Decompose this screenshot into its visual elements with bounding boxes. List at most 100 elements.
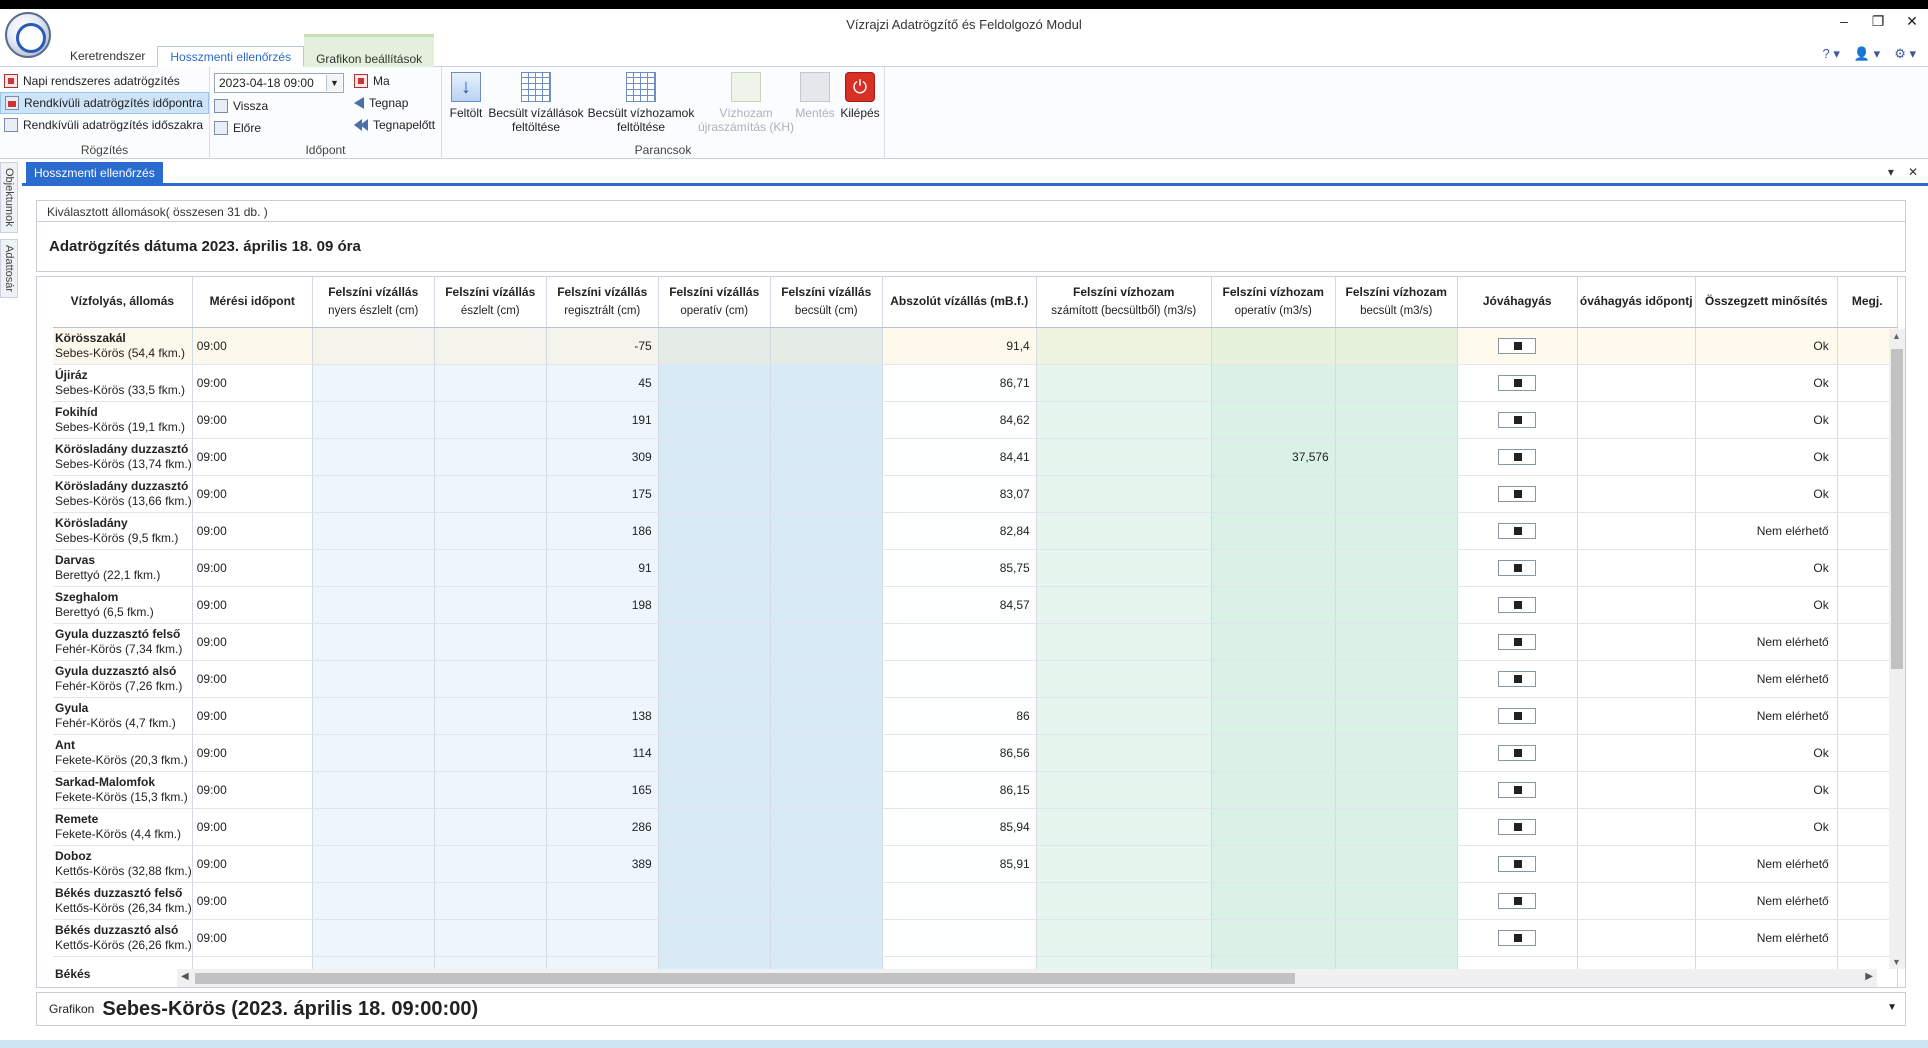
becsult-vizallasok-button[interactable]: Becsült vízállások feltöltése bbox=[486, 72, 586, 134]
operative-discharge-cell[interactable] bbox=[1211, 882, 1336, 920]
table-row[interactable]: Körösladány duzzasztó Sebes-Körös (13,66 … bbox=[53, 475, 1898, 513]
absolute-level-cell[interactable] bbox=[882, 660, 1037, 698]
column-header[interactable]: Összegzett minősítés bbox=[1695, 277, 1838, 328]
table-row[interactable]: Körösladány duzzasztó Sebes-Körös (13,74 … bbox=[53, 438, 1898, 476]
registered-level-cell[interactable] bbox=[546, 623, 659, 661]
absolute-level-cell[interactable]: 91,4 bbox=[882, 327, 1037, 365]
table-row[interactable]: Békés duzzasztó alsó Kettős-Körös (26,26 … bbox=[53, 919, 1898, 957]
operative-discharge-cell[interactable] bbox=[1211, 327, 1336, 365]
operative-level-cell[interactable] bbox=[658, 697, 771, 735]
estimated-level-cell[interactable] bbox=[770, 512, 883, 550]
registered-level-cell[interactable]: 309 bbox=[546, 438, 659, 476]
measurement-time-cell[interactable]: 09:00 bbox=[192, 919, 313, 957]
column-header[interactable]: Megj. bbox=[1837, 277, 1898, 328]
approval-cell[interactable] bbox=[1457, 401, 1578, 439]
table-row[interactable]: Gyula duzzasztó alsó Fehér-Körös (7,26 fk… bbox=[53, 660, 1898, 698]
operative-level-cell[interactable] bbox=[658, 623, 771, 661]
estimated-discharge-cell[interactable] bbox=[1335, 475, 1458, 513]
observed-level-cell[interactable] bbox=[434, 919, 547, 957]
approval-cell[interactable] bbox=[1457, 919, 1578, 957]
operative-level-cell[interactable] bbox=[658, 845, 771, 883]
observed-level-cell[interactable] bbox=[434, 697, 547, 735]
observed-level-cell[interactable] bbox=[434, 771, 547, 809]
observed-level-cell[interactable] bbox=[434, 327, 547, 365]
observed-level-cell[interactable] bbox=[434, 364, 547, 402]
elore-button[interactable]: Előre bbox=[210, 117, 350, 139]
operative-discharge-cell[interactable] bbox=[1211, 808, 1336, 846]
operative-discharge-cell[interactable] bbox=[1211, 734, 1336, 772]
observed-level-cell[interactable] bbox=[434, 845, 547, 883]
approval-checkbox[interactable] bbox=[1498, 522, 1537, 539]
becsult-vizhozamok-button[interactable]: Becsült vízhozamok feltöltése bbox=[586, 72, 696, 134]
computed-discharge-cell[interactable] bbox=[1036, 512, 1212, 550]
absolute-level-cell[interactable]: 84,62 bbox=[882, 401, 1037, 439]
absolute-level-cell[interactable]: 83,07 bbox=[882, 475, 1037, 513]
observed-level-cell[interactable] bbox=[434, 586, 547, 624]
computed-discharge-cell[interactable] bbox=[1036, 771, 1212, 809]
horizontal-scrollbar[interactable]: ◀ ▶ bbox=[177, 969, 1877, 987]
computed-discharge-cell[interactable] bbox=[1036, 364, 1212, 402]
approval-checkbox[interactable] bbox=[1498, 781, 1537, 798]
measurement-time-cell[interactable]: 09:00 bbox=[192, 623, 313, 661]
estimated-level-cell[interactable] bbox=[770, 660, 883, 698]
approval-cell[interactable] bbox=[1457, 512, 1578, 550]
observed-level-cell[interactable] bbox=[434, 660, 547, 698]
rendkivuli-idoszakra-button[interactable]: Rendkívüli adatrögzítés időszakra bbox=[0, 114, 209, 136]
horizontal-scroll-thumb[interactable] bbox=[195, 973, 1295, 984]
approval-cell[interactable] bbox=[1457, 438, 1578, 476]
absolute-level-cell[interactable]: 86,56 bbox=[882, 734, 1037, 772]
estimated-level-cell[interactable] bbox=[770, 845, 883, 883]
operative-level-cell[interactable] bbox=[658, 364, 771, 402]
absolute-level-cell[interactable]: 84,41 bbox=[882, 438, 1037, 476]
column-header[interactable]: Felszíni vízállás operatív (cm) bbox=[658, 277, 771, 328]
approval-checkbox[interactable] bbox=[1498, 559, 1537, 576]
registered-level-cell[interactable]: 286 bbox=[546, 808, 659, 846]
estimated-discharge-cell[interactable] bbox=[1335, 919, 1458, 957]
computed-discharge-cell[interactable] bbox=[1036, 919, 1212, 957]
table-row[interactable]: Szeghalom Berettyó (6,5 fkm.) 09:00 198 84,5… bbox=[53, 586, 1898, 624]
table-row[interactable]: Újiráz Sebes-Körös (33,5 fkm.) 09:00 45 86,7… bbox=[53, 364, 1898, 402]
vertical-scroll-thumb[interactable] bbox=[1891, 349, 1903, 669]
kilepes-button[interactable]: Kilépés bbox=[838, 72, 882, 120]
computed-discharge-cell[interactable] bbox=[1036, 882, 1212, 920]
approval-cell[interactable] bbox=[1457, 364, 1578, 402]
registered-level-cell[interactable]: 191 bbox=[546, 401, 659, 439]
measurement-time-cell[interactable]: 09:00 bbox=[192, 401, 313, 439]
computed-discharge-cell[interactable] bbox=[1036, 734, 1212, 772]
computed-discharge-cell[interactable] bbox=[1036, 327, 1212, 365]
scroll-up-icon[interactable]: ▲ bbox=[1892, 331, 1901, 341]
operative-discharge-cell[interactable] bbox=[1211, 771, 1336, 809]
column-header[interactable]: Jóváhagyás bbox=[1457, 277, 1578, 328]
raw-level-cell[interactable] bbox=[312, 475, 435, 513]
raw-level-cell[interactable] bbox=[312, 808, 435, 846]
approval-checkbox[interactable] bbox=[1498, 448, 1537, 465]
registered-level-cell[interactable]: 198 bbox=[546, 586, 659, 624]
estimated-discharge-cell[interactable] bbox=[1335, 512, 1458, 550]
measurement-time-cell[interactable]: 09:00 bbox=[192, 586, 313, 624]
gear-icon[interactable]: ⚙ ▾ bbox=[1894, 46, 1916, 62]
raw-level-cell[interactable] bbox=[312, 401, 435, 439]
operative-level-cell[interactable] bbox=[658, 919, 771, 957]
raw-level-cell[interactable] bbox=[312, 327, 435, 365]
estimated-level-cell[interactable] bbox=[770, 882, 883, 920]
registered-level-cell[interactable]: 186 bbox=[546, 512, 659, 550]
tab-hosszmenti-ellenorzes[interactable]: Hosszmenti ellenőrzés bbox=[157, 46, 305, 67]
measurement-time-cell[interactable]: 09:00 bbox=[192, 660, 313, 698]
measurement-time-cell[interactable]: 09:00 bbox=[192, 697, 313, 735]
raw-level-cell[interactable] bbox=[312, 845, 435, 883]
computed-discharge-cell[interactable] bbox=[1036, 623, 1212, 661]
approval-cell[interactable] bbox=[1457, 771, 1578, 809]
absolute-level-cell[interactable] bbox=[882, 623, 1037, 661]
measurement-time-cell[interactable]: 09:00 bbox=[192, 808, 313, 846]
table-row[interactable]: Körösszakál Sebes-Körös (54,4 fkm.) 09:00-… bbox=[53, 327, 1898, 365]
registered-level-cell[interactable] bbox=[546, 919, 659, 957]
registered-level-cell[interactable]: -75 bbox=[546, 327, 659, 365]
absolute-level-cell[interactable]: 86 bbox=[882, 697, 1037, 735]
observed-level-cell[interactable] bbox=[434, 512, 547, 550]
napi-adatrogzites-button[interactable]: Napi rendszeres adatrögzítés bbox=[0, 70, 209, 92]
registered-level-cell[interactable] bbox=[546, 882, 659, 920]
approval-cell[interactable] bbox=[1457, 734, 1578, 772]
operative-discharge-cell[interactable] bbox=[1211, 401, 1336, 439]
observed-level-cell[interactable] bbox=[434, 808, 547, 846]
approval-checkbox[interactable] bbox=[1498, 744, 1537, 761]
